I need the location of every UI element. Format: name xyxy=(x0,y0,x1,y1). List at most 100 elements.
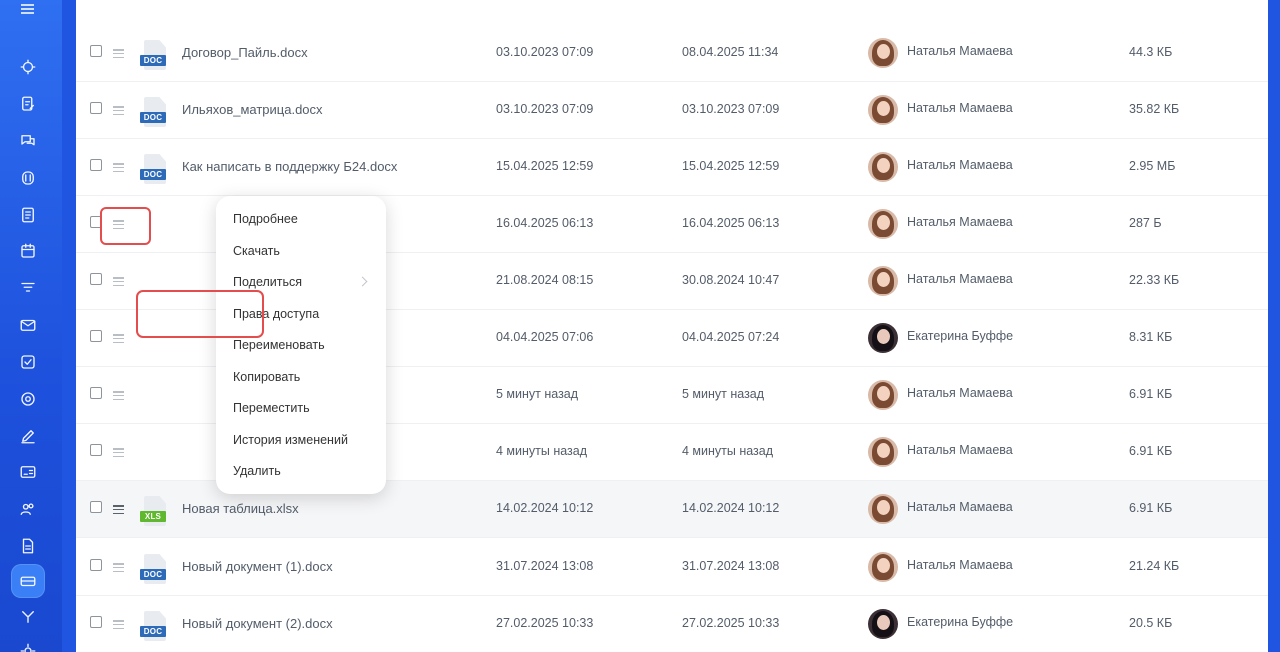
file-name[interactable]: Новый документ (1).docx xyxy=(182,559,333,574)
menu-item-history[interactable]: История изменений xyxy=(233,433,348,447)
file-size: 6.91 КБ xyxy=(1129,444,1173,458)
table-row[interactable]: DOC Ильяхов_матрица.docx 03.10.2023 07:09 0… xyxy=(76,82,1268,139)
owner-name[interactable]: Наталья Мамаева xyxy=(907,500,1013,514)
file-name[interactable]: Новая таблица.xlsx xyxy=(182,501,299,516)
table-row[interactable]: DOC Новый документ (1).docx 31.07.2024 13:… xyxy=(76,539,1268,596)
row-checkbox[interactable] xyxy=(90,102,102,114)
row-checkbox[interactable] xyxy=(90,501,102,513)
menu-item-rename[interactable]: Переименовать xyxy=(233,338,325,352)
chat-icon[interactable] xyxy=(13,126,43,156)
file-name[interactable]: Новый документ (2).docx xyxy=(182,616,333,631)
row-menu-icon[interactable] xyxy=(113,49,124,59)
edit-doc-icon[interactable] xyxy=(13,89,43,119)
created-date: 15.04.2025 12:59 xyxy=(496,159,594,173)
tasks-list-icon[interactable] xyxy=(13,200,43,230)
contact-center-icon[interactable] xyxy=(13,163,43,193)
filter-icon[interactable] xyxy=(13,273,43,303)
owner-name[interactable]: Наталья Мамаева xyxy=(907,44,1013,58)
calendar-icon[interactable] xyxy=(13,236,43,266)
owner-name[interactable]: Наталья Мамаева xyxy=(907,101,1013,115)
highlight-access-rights xyxy=(136,290,264,338)
modified-date: 30.08.2024 10:47 xyxy=(682,273,780,287)
file-size: 44.3 КБ xyxy=(1129,45,1173,59)
menu-item-delete[interactable]: Удалить xyxy=(233,464,281,478)
modified-date: 27.02.2025 10:33 xyxy=(682,616,780,630)
row-checkbox[interactable] xyxy=(90,444,102,456)
owner-name[interactable]: Екатерина Буффе xyxy=(907,615,1013,629)
modified-date: 04.04.2025 07:24 xyxy=(682,330,780,344)
owner-name[interactable]: Наталья Мамаева xyxy=(907,158,1013,172)
drive-icon[interactable] xyxy=(11,564,45,598)
avatar xyxy=(868,209,898,239)
row-checkbox[interactable] xyxy=(90,616,102,628)
row-checkbox[interactable] xyxy=(90,330,102,342)
row-menu-icon[interactable] xyxy=(113,277,124,287)
menu-item-move[interactable]: Переместить xyxy=(233,401,310,415)
document-icon[interactable] xyxy=(13,531,43,561)
owner-name[interactable]: Наталья Мамаева xyxy=(907,386,1013,400)
avatar xyxy=(868,380,898,410)
owner-name[interactable]: Наталья Мамаева xyxy=(907,443,1013,457)
menu-item-copy[interactable]: Копировать xyxy=(233,370,300,384)
row-menu-icon[interactable] xyxy=(113,391,124,401)
file-size: 22.33 КБ xyxy=(1129,273,1180,287)
doc-file-icon: DOC xyxy=(140,40,168,72)
row-menu-icon[interactable] xyxy=(113,106,124,116)
modified-date: 15.04.2025 12:59 xyxy=(682,159,780,173)
row-checkbox[interactable] xyxy=(90,273,102,285)
table-row[interactable]: DOC Договор_Пайль.docx 03.10.2023 07:09 08.… xyxy=(76,25,1268,82)
row-menu-icon[interactable] xyxy=(113,563,124,573)
menu-item-share[interactable]: Поделиться xyxy=(233,275,302,289)
flows-icon[interactable] xyxy=(13,52,43,82)
target-icon[interactable] xyxy=(13,384,43,414)
highlight-row-menu-handle xyxy=(100,207,151,245)
pen-icon[interactable] xyxy=(13,421,43,451)
menu-item-download[interactable]: Скачать xyxy=(233,244,280,258)
avatar xyxy=(868,95,898,125)
row-menu-icon[interactable] xyxy=(113,505,124,515)
menu-item-details[interactable]: Подробнее xyxy=(233,212,298,226)
owner-name[interactable]: Наталья Мамаева xyxy=(907,272,1013,286)
row-menu-icon[interactable] xyxy=(113,448,124,458)
created-date: 27.02.2025 10:33 xyxy=(496,616,594,630)
file-size: 6.91 КБ xyxy=(1129,387,1173,401)
context-menu: Подробнее Скачать Поделиться Права досту… xyxy=(216,196,386,494)
file-name[interactable]: Ильяхов_матрица.docx xyxy=(182,102,323,117)
owner-name[interactable]: Наталья Мамаева xyxy=(907,215,1013,229)
row-menu-icon[interactable] xyxy=(113,620,124,630)
table-row[interactable]: DOC Как написать в поддержку Б24.docx 15.0… xyxy=(76,139,1268,196)
created-date: 5 минут назад xyxy=(496,387,579,401)
owner-name[interactable]: Екатерина Буффе xyxy=(907,329,1013,343)
file-size: 2.95 МБ xyxy=(1129,159,1176,173)
row-checkbox[interactable] xyxy=(90,45,102,57)
app-sidebar xyxy=(0,0,62,652)
users-icon[interactable] xyxy=(13,494,43,524)
automation-icon[interactable] xyxy=(13,602,43,632)
file-name[interactable]: Договор_Пайль.docx xyxy=(182,45,308,60)
avatar xyxy=(868,552,898,582)
created-date: 4 минуты назад xyxy=(496,444,588,458)
avatar xyxy=(868,152,898,182)
chevron-right-icon xyxy=(357,276,368,287)
file-size: 6.91 КБ xyxy=(1129,501,1173,515)
row-checkbox[interactable] xyxy=(90,387,102,399)
settings-icon[interactable] xyxy=(13,636,43,652)
row-checkbox[interactable] xyxy=(90,159,102,171)
created-date: 31.07.2024 13:08 xyxy=(496,559,594,573)
checkbox-icon[interactable] xyxy=(13,347,43,377)
row-menu-icon[interactable] xyxy=(113,163,124,173)
owner-name[interactable]: Наталья Мамаева xyxy=(907,558,1013,572)
file-name[interactable]: Как написать в поддержку Б24.docx xyxy=(182,159,397,174)
created-date: 21.08.2024 08:15 xyxy=(496,273,594,287)
row-menu-icon[interactable] xyxy=(113,334,124,344)
mail-icon[interactable] xyxy=(13,310,43,340)
row-checkbox[interactable] xyxy=(90,559,102,571)
avatar xyxy=(868,437,898,467)
table-row[interactable]: DOC Новый документ (2).docx 27.02.2025 10:… xyxy=(76,596,1268,652)
modified-date: 14.02.2024 10:12 xyxy=(682,501,780,515)
id-card-icon[interactable] xyxy=(13,457,43,487)
created-date: 03.10.2023 07:09 xyxy=(496,45,594,59)
menu-icon[interactable] xyxy=(21,4,34,14)
created-date: 04.04.2025 07:06 xyxy=(496,330,594,344)
created-date: 14.02.2024 10:12 xyxy=(496,501,594,515)
